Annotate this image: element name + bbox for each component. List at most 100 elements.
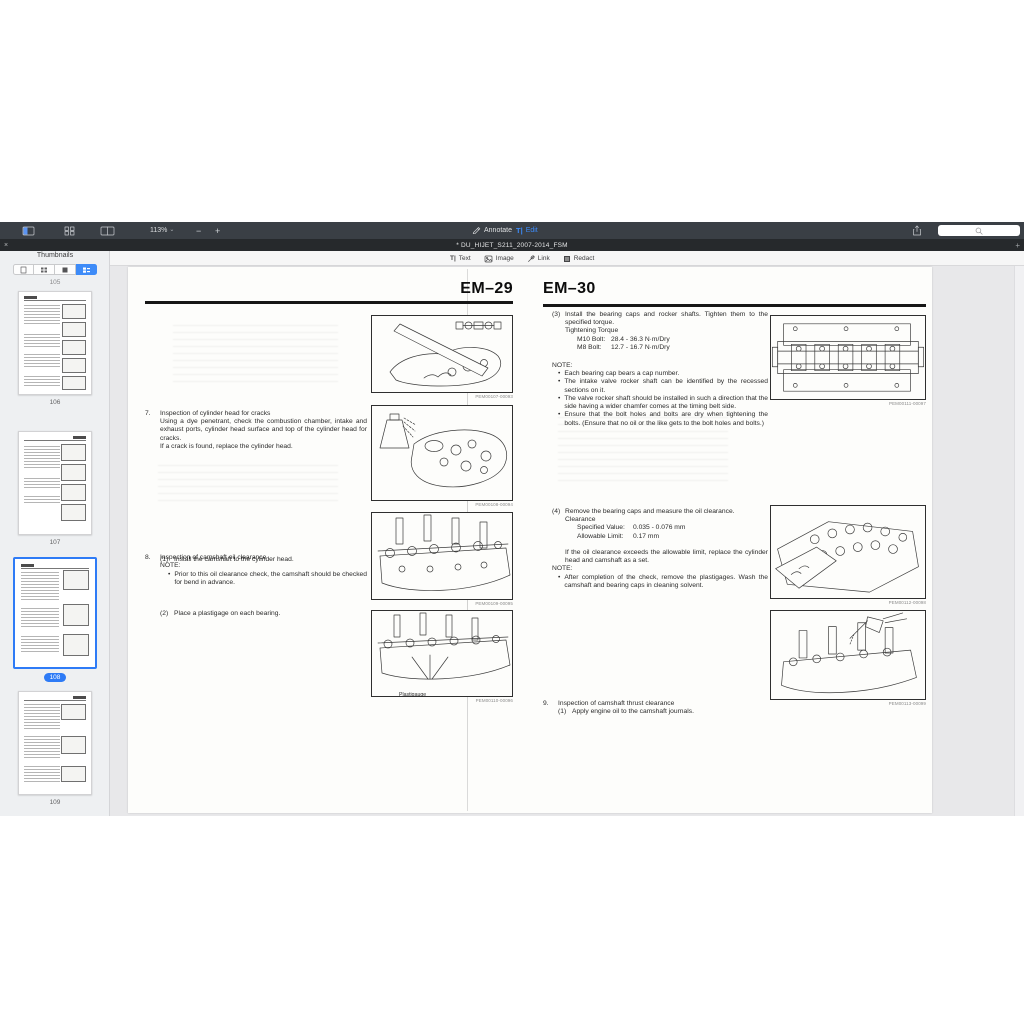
figure-label-plastigauge: Plastigauge bbox=[399, 692, 426, 698]
tab-bar: × * DU_HIJET_S211_2007-2014_FSM + bbox=[0, 239, 1024, 251]
chevron-down-icon: ⌄ bbox=[169, 226, 174, 233]
sidebar-view-switcher bbox=[13, 264, 97, 275]
page-spread[interactable]: EM–29 7. Inspection of cylinder head for… bbox=[128, 267, 932, 813]
step-1: (1) Install the camshaft to the cylinder… bbox=[160, 556, 382, 564]
edit-mode-button[interactable]: T| Edit bbox=[516, 224, 538, 237]
page-header-em30: EM–30 bbox=[543, 280, 596, 298]
step-4: (4)Remove the bearing caps and measure t… bbox=[543, 508, 768, 590]
thumbnails-view-icon[interactable] bbox=[76, 264, 97, 275]
redact-tool-label: Redact bbox=[574, 255, 595, 262]
figure-code: PEM00111-00097 bbox=[770, 401, 926, 406]
note-item: The valve rocker shaft should be install… bbox=[564, 395, 768, 411]
grid-view-icon[interactable] bbox=[64, 225, 75, 236]
note-item: Prior to this oil clearance check, the c… bbox=[174, 571, 367, 587]
zoom-in-button[interactable]: + bbox=[215, 224, 220, 237]
share-icon[interactable] bbox=[912, 225, 922, 236]
text-edit-icon: T| bbox=[516, 226, 523, 235]
figure-code: PEM00109-00095 bbox=[371, 601, 513, 606]
note-label: NOTE: bbox=[552, 362, 768, 370]
clearance-title: Clearance bbox=[565, 516, 768, 524]
document-pane: EM–29 7. Inspection of cylinder head for… bbox=[110, 266, 1024, 816]
torque-m10-label: M10 Bolt: bbox=[577, 336, 611, 344]
limit-value: 0.17 mm bbox=[633, 533, 659, 541]
note-block-1: NOTE: •Each bearing cap bears a cap numb… bbox=[543, 362, 768, 428]
close-tab-icon[interactable]: × bbox=[4, 242, 8, 249]
search-input[interactable] bbox=[938, 225, 1020, 236]
note-item: After completion of the check, remove th… bbox=[564, 574, 768, 590]
spec-value: 0.035 - 0.076 mm bbox=[633, 524, 685, 532]
torque-title: Tightening Torque bbox=[565, 327, 768, 335]
text-tool-icon: T| bbox=[450, 255, 456, 262]
link-tool-icon bbox=[527, 255, 535, 263]
step-2: (2) Place a plastigage on each bearing. bbox=[160, 610, 382, 618]
scan-bleedthrough bbox=[173, 325, 338, 387]
scan-bleedthrough bbox=[158, 465, 338, 503]
note-item: The intake valve rocker shaft can be ide… bbox=[564, 378, 768, 394]
sidebar-title: Thumbnails bbox=[0, 252, 110, 259]
item-7-body: Using a dye penetrant, check the combust… bbox=[160, 418, 367, 443]
single-page-view-icon[interactable] bbox=[13, 264, 34, 275]
thumbnail-page-number: 106 bbox=[0, 399, 110, 406]
spec-label: Specified Value: bbox=[577, 524, 633, 532]
pencil-icon bbox=[472, 225, 481, 236]
item-7-body2: If a crack is found, replace the cylinde… bbox=[160, 443, 367, 451]
annotations-view-icon[interactable] bbox=[55, 264, 76, 275]
note-label: NOTE: bbox=[552, 565, 768, 573]
step-4-body2: If the oil clearance exceeds the allowab… bbox=[565, 549, 768, 565]
edit-toolbar: T| Text Image Link Redact bbox=[110, 251, 1024, 266]
item-9: 9. Inspection of camshaft thrust clearan… bbox=[543, 700, 768, 716]
torque-m8-label: M8 Bolt: bbox=[577, 344, 611, 352]
text-tool-label: Text bbox=[459, 255, 471, 262]
note-item: Ensure that the bolt holes and bolts are… bbox=[564, 411, 768, 427]
page-header-em29: EM–29 bbox=[378, 280, 513, 298]
note-item: Each bearing cap bears a cap number. bbox=[564, 370, 679, 378]
figure-code: PEM00110-00096 bbox=[371, 698, 513, 703]
pdf-app-window: 113% ⌄ − + Annotate T| Edit × * DU_HIJET… bbox=[0, 222, 1024, 816]
redact-tool-icon bbox=[563, 255, 571, 263]
text-tool-button[interactable]: T| Text bbox=[450, 255, 471, 262]
item-9-title: Inspection of camshaft thrust clearance bbox=[558, 700, 768, 708]
thumbnail-page-number-selected: 108 bbox=[0, 673, 110, 682]
contact-sheet-view-icon[interactable] bbox=[34, 264, 55, 275]
link-tool-button[interactable]: Link bbox=[527, 255, 550, 263]
item-7: 7. Inspection of cylinder head for crack… bbox=[145, 410, 367, 451]
figure-camshaft-installed: PEM00109-00095 bbox=[371, 512, 513, 606]
thumbnail-page-number: 105 bbox=[0, 279, 110, 286]
item-7-title: Inspection of cylinder head for cracks bbox=[160, 410, 367, 418]
document-tab-title: * DU_HIJET_S211_2007-2014_FSM bbox=[0, 242, 1024, 249]
image-tool-button[interactable]: Image bbox=[484, 255, 514, 263]
new-tab-icon[interactable]: + bbox=[1015, 241, 1020, 250]
zoom-out-button[interactable]: − bbox=[196, 224, 201, 237]
page-rule bbox=[145, 301, 513, 304]
annotate-mode-button[interactable]: Annotate bbox=[472, 224, 512, 237]
zoom-level-control[interactable]: 113% ⌄ bbox=[150, 224, 174, 237]
vertical-scrollbar[interactable] bbox=[1014, 266, 1024, 816]
sidebar-toggle-icon[interactable] bbox=[22, 225, 35, 236]
image-tool-icon bbox=[484, 255, 493, 263]
figure-code: PEM00112-00098 bbox=[770, 600, 926, 605]
figure-plastigauge: Plastigauge PEM00110-00096 bbox=[371, 610, 513, 703]
search-icon bbox=[975, 227, 983, 235]
figure-oil-clearance-measure: PEM00112-00098 bbox=[770, 505, 926, 605]
link-tool-label: Link bbox=[538, 255, 550, 262]
figure-code: PEM00107-00093 bbox=[371, 394, 513, 399]
figure-apply-engine-oil: PEM00113-00099 bbox=[770, 610, 926, 706]
thumbnail-page-number: 107 bbox=[0, 539, 110, 546]
thumbnail-page-number: 109 bbox=[0, 799, 110, 806]
limit-label: Allowable Limit: bbox=[577, 533, 633, 541]
figure-code: PEM00113-00099 bbox=[770, 701, 926, 706]
thumbnails-sidebar: Thumbnails 105 bbox=[0, 251, 110, 816]
figure-code: PEM00108-00094 bbox=[371, 502, 513, 507]
two-page-view-icon[interactable] bbox=[100, 225, 115, 236]
annotate-label: Annotate bbox=[484, 227, 512, 234]
zoom-level-value: 113% bbox=[150, 227, 167, 234]
step-3: (3)Install the bearing caps and rocker s… bbox=[543, 311, 768, 352]
figure-dye-penetrant-spray: PEM00108-00094 bbox=[371, 405, 513, 507]
page-rule bbox=[543, 304, 926, 307]
edit-label: Edit bbox=[526, 227, 538, 234]
image-tool-label: Image bbox=[496, 255, 514, 262]
figure-bearing-caps-top-view: PEM00111-00097 bbox=[770, 315, 926, 406]
torque-m10-value: 28.4 - 36.3 N·m/Dry bbox=[611, 336, 670, 344]
redact-tool-button[interactable]: Redact bbox=[563, 255, 595, 263]
figure-straightedge-check: PEM00107-00093 bbox=[371, 315, 513, 399]
